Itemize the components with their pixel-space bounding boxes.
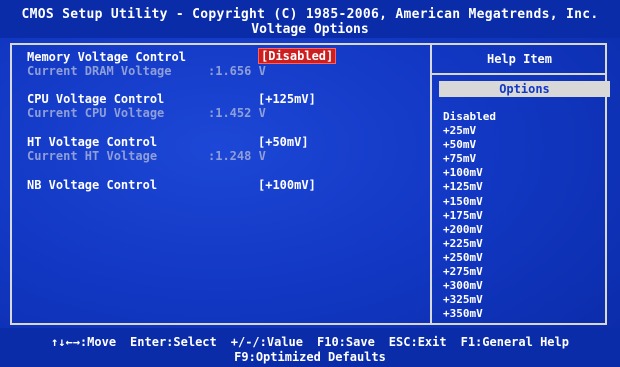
ht-voltage-label[interactable]: HT Voltage Control bbox=[27, 135, 157, 149]
ht-voltage-value[interactable]: [+50mV] bbox=[258, 135, 309, 149]
options-list: Disabled +25mV +50mV +75mV +100mV +125mV… bbox=[443, 110, 496, 321]
key-value: +/-/:Value bbox=[230, 335, 303, 349]
memory-voltage-selected[interactable]: [Disabled] bbox=[258, 48, 337, 64]
option-item[interactable]: +200mV bbox=[443, 223, 496, 237]
cpu-current-label: Current CPU Voltage bbox=[27, 106, 165, 120]
nb-voltage-value[interactable]: [+100mV] bbox=[258, 178, 316, 192]
option-item[interactable]: +275mV bbox=[443, 265, 496, 279]
key-select: Enter:Select bbox=[130, 335, 217, 349]
cpu-voltage-value[interactable]: [+125mV] bbox=[258, 92, 316, 106]
help-item-title: Help Item bbox=[486, 52, 553, 66]
ht-current-value: :1.248 V bbox=[208, 149, 266, 163]
page-title: Voltage Options bbox=[251, 22, 369, 37]
utility-title: CMOS Setup Utility - Copyright (C) 1985-… bbox=[21, 7, 599, 22]
option-item[interactable]: +300mV bbox=[443, 279, 496, 293]
title-bar: CMOS Setup Utility - Copyright (C) 1985-… bbox=[0, 0, 620, 38]
option-item[interactable]: +100mV bbox=[443, 166, 496, 180]
option-item[interactable]: +250mV bbox=[443, 251, 496, 265]
key-exit: ESC:Exit bbox=[388, 335, 447, 349]
option-item[interactable]: +325mV bbox=[443, 293, 496, 307]
bios-screen: CMOS Setup Utility - Copyright (C) 1985-… bbox=[0, 0, 620, 367]
memory-voltage-label[interactable]: Memory Voltage Control bbox=[27, 50, 186, 64]
ht-current-label: Current HT Voltage bbox=[27, 149, 158, 163]
key-move: ↑↓←→:Move bbox=[51, 335, 117, 349]
key-help: F1:General Help bbox=[460, 335, 569, 349]
option-item[interactable]: +150mV bbox=[443, 195, 496, 209]
option-item[interactable]: Disabled bbox=[443, 110, 496, 124]
key-save: F10:Save bbox=[317, 335, 375, 349]
option-item[interactable]: +75mV bbox=[443, 152, 496, 166]
key-legend-row1: ↑↓←→:Move Enter:Select +/-/:Value F10:Save E… bbox=[0, 335, 620, 349]
nb-voltage-label[interactable]: NB Voltage Control bbox=[27, 178, 157, 192]
cpu-voltage-label[interactable]: CPU Voltage Control bbox=[27, 92, 164, 106]
panel-divider bbox=[430, 43, 432, 325]
option-item[interactable]: +225mV bbox=[443, 237, 496, 251]
dram-voltage-value: :1.656 V bbox=[208, 64, 266, 78]
options-header: Options bbox=[439, 81, 610, 97]
option-item[interactable]: +125mV bbox=[443, 180, 496, 194]
key-defaults: F9:Optimized Defaults bbox=[234, 350, 386, 364]
cpu-current-value: :1.452 V bbox=[208, 106, 266, 120]
option-item[interactable]: +175mV bbox=[443, 209, 496, 223]
option-item[interactable]: +350mV bbox=[443, 307, 496, 321]
option-item[interactable]: +25mV bbox=[443, 124, 496, 138]
memory-voltage-value[interactable]: [Disabled] bbox=[258, 48, 337, 64]
dram-voltage-label: Current DRAM Voltage bbox=[27, 64, 172, 78]
key-legend: ↑↓←→:Move Enter:Select +/-/:Value F10:Save E… bbox=[0, 328, 620, 367]
option-item[interactable]: +50mV bbox=[443, 138, 496, 152]
help-divider bbox=[432, 73, 607, 75]
